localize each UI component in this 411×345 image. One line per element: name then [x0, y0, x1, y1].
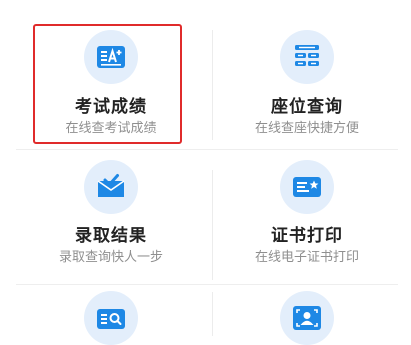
grid-item-title: 座位查询 [271, 97, 343, 117]
grid-item-subtitle: 录取查询快人一步 [58, 250, 163, 265]
grid-item-subtitle: 在线查座快捷方便 [254, 121, 359, 136]
grid-item-seat-query[interactable]: 座位查询 在线查座快捷方便 [212, 0, 402, 149]
certificate-print-icon [280, 160, 334, 214]
grid-item-search-document[interactable] [16, 285, 206, 345]
grid-item-certificate-print[interactable]: 证书打印 在线电子证书打印 [212, 150, 402, 284]
admission-mail-icon [84, 160, 138, 214]
seat-query-icon [280, 30, 334, 84]
grid-item-title: 证书打印 [271, 226, 343, 246]
grid-item-subtitle: 在线电子证书打印 [254, 250, 359, 265]
grid-item-title: 录取结果 [75, 226, 147, 246]
selection-highlight [33, 24, 182, 144]
search-document-icon [84, 291, 138, 345]
grid-item-admission-result[interactable]: 录取结果 录取查询快人一步 [16, 150, 206, 284]
grid-item-face-id[interactable] [212, 285, 402, 345]
face-id-icon [280, 291, 334, 345]
